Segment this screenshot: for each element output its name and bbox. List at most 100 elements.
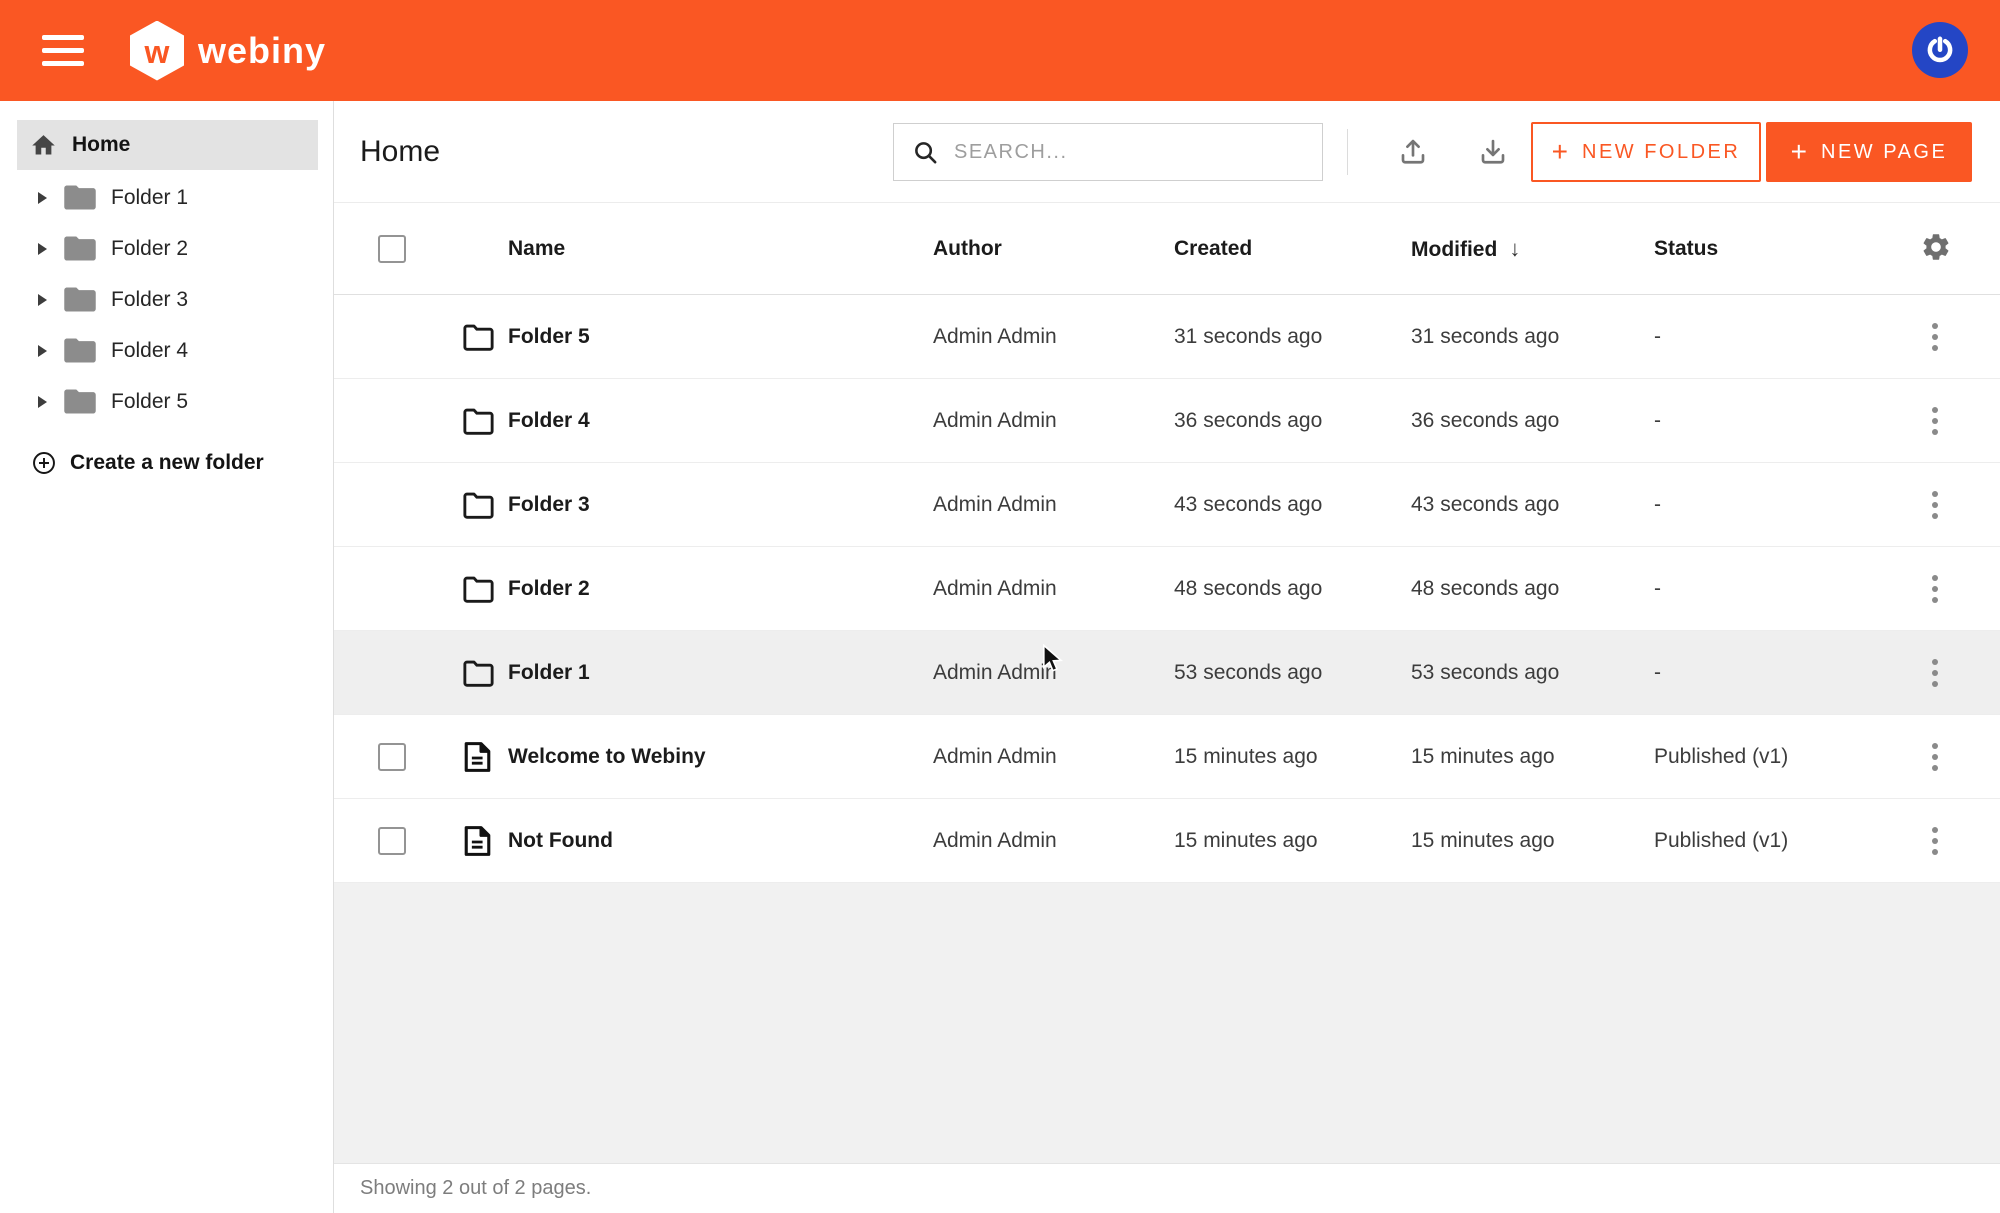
row-actions-menu[interactable] <box>1926 821 1944 861</box>
row-created: 31 seconds ago <box>1174 325 1322 349</box>
page-title: Home <box>360 135 440 169</box>
row-actions-menu[interactable] <box>1926 317 1944 357</box>
row-author: Admin Admin <box>933 577 1057 601</box>
row-name[interactable]: Folder 3 <box>508 493 590 517</box>
row-checkbox[interactable] <box>378 743 406 771</box>
topbar: w webiny <box>0 0 2000 101</box>
export-pages-button[interactable] <box>1471 132 1515 172</box>
brand-logo[interactable]: w webiny <box>130 21 326 81</box>
row-created: 15 minutes ago <box>1174 745 1318 769</box>
sidebar-item-folder-3[interactable]: Folder 3 <box>0 274 333 325</box>
folder-icon <box>462 322 495 352</box>
column-header-status[interactable]: Status <box>1654 237 1718 261</box>
table-row-page-welcome[interactable]: Welcome to Webiny Admin Admin 15 minutes… <box>334 715 2000 799</box>
plus-circle-icon <box>31 450 57 476</box>
column-header-modified[interactable]: Modified↓ <box>1411 236 1520 262</box>
row-name[interactable]: Folder 4 <box>508 409 590 433</box>
create-new-folder-button[interactable]: Create a new folder <box>0 439 333 487</box>
menu-icon[interactable] <box>42 35 84 66</box>
gravatar-icon <box>1924 34 1956 66</box>
sidebar-item-label: Folder 4 <box>111 339 188 363</box>
sidebar-item-label: Folder 5 <box>111 390 188 414</box>
gear-icon <box>1920 231 1952 263</box>
table-row-folder-1[interactable]: Folder 1 Admin Admin 53 seconds ago 53 s… <box>334 631 2000 715</box>
column-header-author[interactable]: Author <box>933 237 1002 261</box>
row-status: - <box>1654 661 1661 685</box>
column-header-created[interactable]: Created <box>1174 237 1252 261</box>
table-row-folder-3[interactable]: Folder 3 Admin Admin 43 seconds ago 43 s… <box>334 463 2000 547</box>
sidebar-item-label: Folder 1 <box>111 186 188 210</box>
sidebar-item-label: Folder 3 <box>111 288 188 312</box>
row-actions-menu[interactable] <box>1926 653 1944 693</box>
pagination-status-text: Showing 2 out of 2 pages. <box>360 1177 591 1200</box>
row-created: 15 minutes ago <box>1174 829 1318 853</box>
table-header-row: Name Author Created Modified↓ Status <box>334 203 2000 295</box>
caret-right-icon[interactable] <box>38 396 47 408</box>
row-status: - <box>1654 577 1661 601</box>
row-name[interactable]: Folder 5 <box>508 325 590 349</box>
brand-name: webiny <box>198 30 326 72</box>
main-area: Home Folder 1 Folder 2 <box>0 101 2000 1213</box>
sidebar-item-folder-4[interactable]: Folder 4 <box>0 325 333 376</box>
row-name[interactable]: Folder 1 <box>508 661 590 685</box>
plus-icon: + <box>1791 136 1807 168</box>
caret-right-icon[interactable] <box>38 192 47 204</box>
folder-icon <box>64 184 96 211</box>
sidebar-item-label: Home <box>72 133 130 157</box>
row-modified: 31 seconds ago <box>1411 325 1559 349</box>
row-created: 48 seconds ago <box>1174 577 1322 601</box>
upload-icon <box>1397 136 1429 168</box>
new-page-label: NEW PAGE <box>1821 141 1947 164</box>
caret-right-icon[interactable] <box>38 345 47 357</box>
sidebar-item-home[interactable]: Home <box>17 120 318 170</box>
row-author: Admin Admin <box>933 745 1057 769</box>
column-header-name[interactable]: Name <box>508 237 565 261</box>
table-settings-button[interactable] <box>1918 231 1954 267</box>
row-actions-menu[interactable] <box>1926 485 1944 525</box>
search-input[interactable] <box>954 124 1322 180</box>
table-row-folder-2[interactable]: Folder 2 Admin Admin 48 seconds ago 48 s… <box>334 547 2000 631</box>
status-bar: Showing 2 out of 2 pages. <box>334 1163 2000 1213</box>
row-modified: 53 seconds ago <box>1411 661 1559 685</box>
toolbar-divider <box>1347 129 1348 175</box>
row-name[interactable]: Folder 2 <box>508 577 590 601</box>
new-folder-button[interactable]: + NEW FOLDER <box>1531 122 1761 182</box>
row-author: Admin Admin <box>933 829 1057 853</box>
row-created: 36 seconds ago <box>1174 409 1322 433</box>
table-row-folder-5[interactable]: Folder 5 Admin Admin 31 seconds ago 31 s… <box>334 295 2000 379</box>
row-modified: 43 seconds ago <box>1411 493 1559 517</box>
row-status: - <box>1654 409 1661 433</box>
plus-icon: + <box>1552 136 1568 168</box>
import-pages-button[interactable] <box>1391 132 1435 172</box>
sidebar-item-folder-2[interactable]: Folder 2 <box>0 223 333 274</box>
caret-right-icon[interactable] <box>38 243 47 255</box>
row-name[interactable]: Not Found <box>508 829 613 853</box>
folder-icon <box>64 286 96 313</box>
row-checkbox[interactable] <box>378 827 406 855</box>
row-author: Admin Admin <box>933 325 1057 349</box>
sidebar-item-folder-1[interactable]: Folder 1 <box>0 172 333 223</box>
select-all-checkbox[interactable] <box>378 235 406 263</box>
caret-right-icon[interactable] <box>38 294 47 306</box>
row-created: 53 seconds ago <box>1174 661 1322 685</box>
row-actions-menu[interactable] <box>1926 569 1944 609</box>
new-folder-label: NEW FOLDER <box>1582 141 1740 164</box>
sidebar-item-folder-5[interactable]: Folder 5 <box>0 376 333 427</box>
row-status: - <box>1654 493 1661 517</box>
folder-icon <box>462 490 495 520</box>
user-avatar[interactable] <box>1912 22 1968 78</box>
folder-tree-sidebar: Home Folder 1 Folder 2 <box>0 101 334 1213</box>
row-modified: 36 seconds ago <box>1411 409 1559 433</box>
row-actions-menu[interactable] <box>1926 737 1944 777</box>
create-new-folder-label: Create a new folder <box>70 451 264 475</box>
row-name[interactable]: Welcome to Webiny <box>508 745 706 769</box>
table-row-folder-4[interactable]: Folder 4 Admin Admin 36 seconds ago 36 s… <box>334 379 2000 463</box>
row-actions-menu[interactable] <box>1926 401 1944 441</box>
new-page-button[interactable]: + NEW PAGE <box>1766 122 1972 182</box>
row-status: Published (v1) <box>1654 745 1788 769</box>
table-row-page-not-found[interactable]: Not Found Admin Admin 15 minutes ago 15 … <box>334 799 2000 883</box>
app-window: w webiny Home Fol <box>0 0 2000 1213</box>
row-modified: 15 minutes ago <box>1411 829 1555 853</box>
row-status: Published (v1) <box>1654 829 1788 853</box>
home-icon <box>30 132 57 159</box>
